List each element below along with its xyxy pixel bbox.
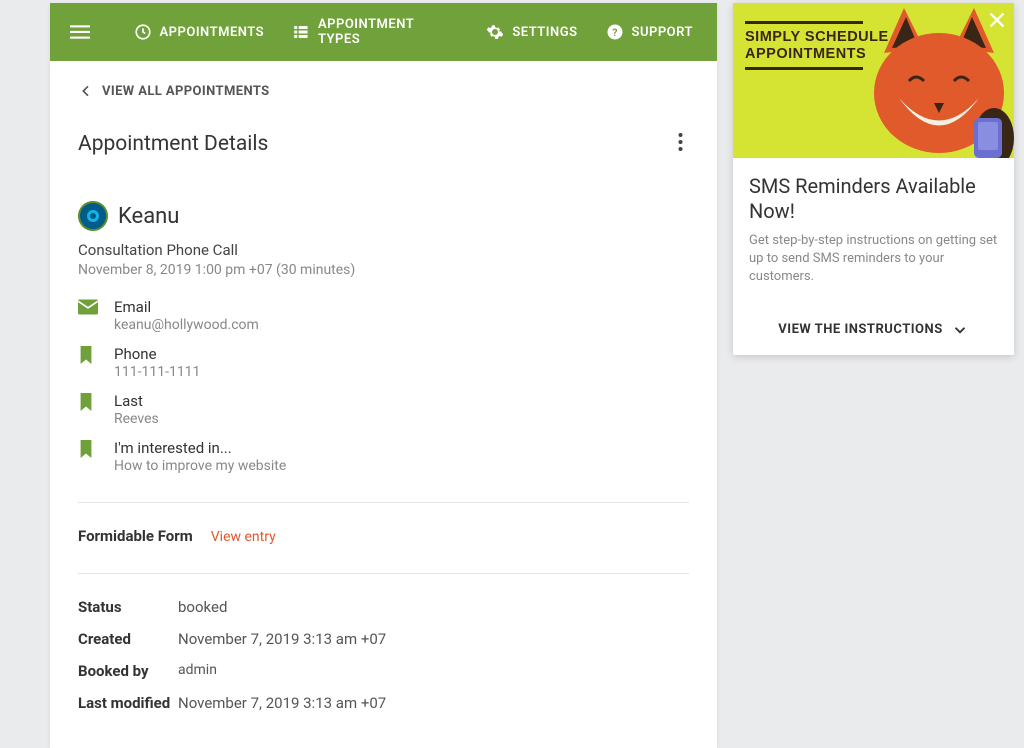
breadcrumb-label: VIEW ALL APPOINTMENTS xyxy=(102,84,270,99)
divider xyxy=(78,502,689,503)
gear-icon xyxy=(486,23,504,41)
field-value: 111-111-1111 xyxy=(114,364,200,380)
appointment-time: November 8, 2019 1:00 pm +07 (30 minutes… xyxy=(78,262,689,278)
meta-value: November 7, 2019 3:13 am +07 xyxy=(178,694,386,712)
hamburger-menu-button[interactable] xyxy=(60,12,100,52)
promo-action-label: VIEW THE INSTRUCTIONS xyxy=(778,322,942,337)
promo-body: SMS Reminders Available Now! Get step-by… xyxy=(733,158,1014,309)
hamburger-icon xyxy=(70,22,90,42)
meta-label: Booked by xyxy=(78,662,178,680)
clock-icon xyxy=(134,23,152,41)
avatar-icon xyxy=(87,210,99,222)
field-label: I'm interested in... xyxy=(114,439,286,457)
meta-booked-by: Booked by admin xyxy=(78,662,689,680)
meta-label: Last modified xyxy=(78,694,178,712)
nav-settings[interactable]: SETTINGS xyxy=(472,3,591,61)
field-label: Email xyxy=(114,298,259,316)
nav-appointments[interactable]: APPOINTMENTS xyxy=(120,3,279,61)
field-last: Last Reeves xyxy=(78,392,689,427)
field-value: Reeves xyxy=(114,411,159,427)
promo-card: SIMPLY SCHEDULE APPOINTMENTS SMS Reminde… xyxy=(733,3,1014,355)
main-panel: APPOINTMENTS APPOINTMENT TYPES SETTINGS … xyxy=(50,3,717,748)
meta-created: Created November 7, 2019 3:13 am +07 xyxy=(78,630,689,648)
content-area: VIEW ALL APPOINTMENTS Appointment Detail… xyxy=(50,61,717,748)
help-icon: ? xyxy=(606,23,624,41)
email-icon xyxy=(78,299,100,319)
section-title: Formidable Form xyxy=(78,527,193,545)
promo-close-button[interactable] xyxy=(986,9,1008,35)
view-entry-link[interactable]: View entry xyxy=(211,529,276,545)
meta-value: November 7, 2019 3:13 am +07 xyxy=(178,630,386,648)
bookmark-icon xyxy=(78,393,100,415)
field-label: Last xyxy=(114,392,159,410)
chevron-down-icon xyxy=(951,321,969,339)
field-email: Email keanu@hollywood.com xyxy=(78,298,689,333)
customer-row: Keanu xyxy=(78,201,689,231)
promo-description: Get step-by-step instructions on getting… xyxy=(749,232,998,287)
nav-label: SETTINGS xyxy=(512,25,577,40)
nav-label: APPOINTMENTS xyxy=(160,25,265,40)
field-label: Phone xyxy=(114,345,200,363)
list-icon xyxy=(292,23,310,41)
meta-last-modified: Last modified November 7, 2019 3:13 am +… xyxy=(78,694,689,712)
chevron-left-icon xyxy=(78,83,94,99)
booked-by-link[interactable]: admin xyxy=(178,662,217,680)
svg-text:?: ? xyxy=(612,26,618,39)
more-vertical-icon xyxy=(678,133,683,151)
meta-label: Created xyxy=(78,630,178,648)
nav-label: APPOINTMENT TYPES xyxy=(318,17,458,47)
nav-label: SUPPORT xyxy=(632,25,693,40)
divider xyxy=(78,573,689,574)
nav-support[interactable]: ? SUPPORT xyxy=(592,3,707,61)
field-value: keanu@hollywood.com xyxy=(114,317,259,333)
meta-value: booked xyxy=(178,598,227,616)
form-section: Formidable Form View entry xyxy=(78,527,689,545)
promo-action-button[interactable]: VIEW THE INSTRUCTIONS xyxy=(733,309,1014,355)
field-phone: Phone 111-111-1111 xyxy=(78,345,689,380)
title-row: Appointment Details xyxy=(78,127,689,161)
customer-name: Keanu xyxy=(118,204,179,229)
more-options-button[interactable] xyxy=(672,127,689,161)
bookmark-icon xyxy=(78,440,100,462)
close-icon xyxy=(986,9,1008,31)
appointment-type: Consultation Phone Call xyxy=(78,241,689,259)
promo-header: SIMPLY SCHEDULE APPOINTMENTS xyxy=(733,3,1014,158)
bookmark-icon xyxy=(78,346,100,368)
field-interest: I'm interested in... How to improve my w… xyxy=(78,439,689,474)
breadcrumb-back[interactable]: VIEW ALL APPOINTMENTS xyxy=(78,83,689,99)
meta-status: Status booked xyxy=(78,598,689,616)
topbar: APPOINTMENTS APPOINTMENT TYPES SETTINGS … xyxy=(50,3,717,61)
nav-appointment-types[interactable]: APPOINTMENT TYPES xyxy=(278,3,472,61)
avatar xyxy=(78,201,108,231)
field-value: How to improve my website xyxy=(114,458,286,474)
page-title: Appointment Details xyxy=(78,132,268,156)
promo-title: SMS Reminders Available Now! xyxy=(749,174,998,224)
meta-label: Status xyxy=(78,598,178,616)
